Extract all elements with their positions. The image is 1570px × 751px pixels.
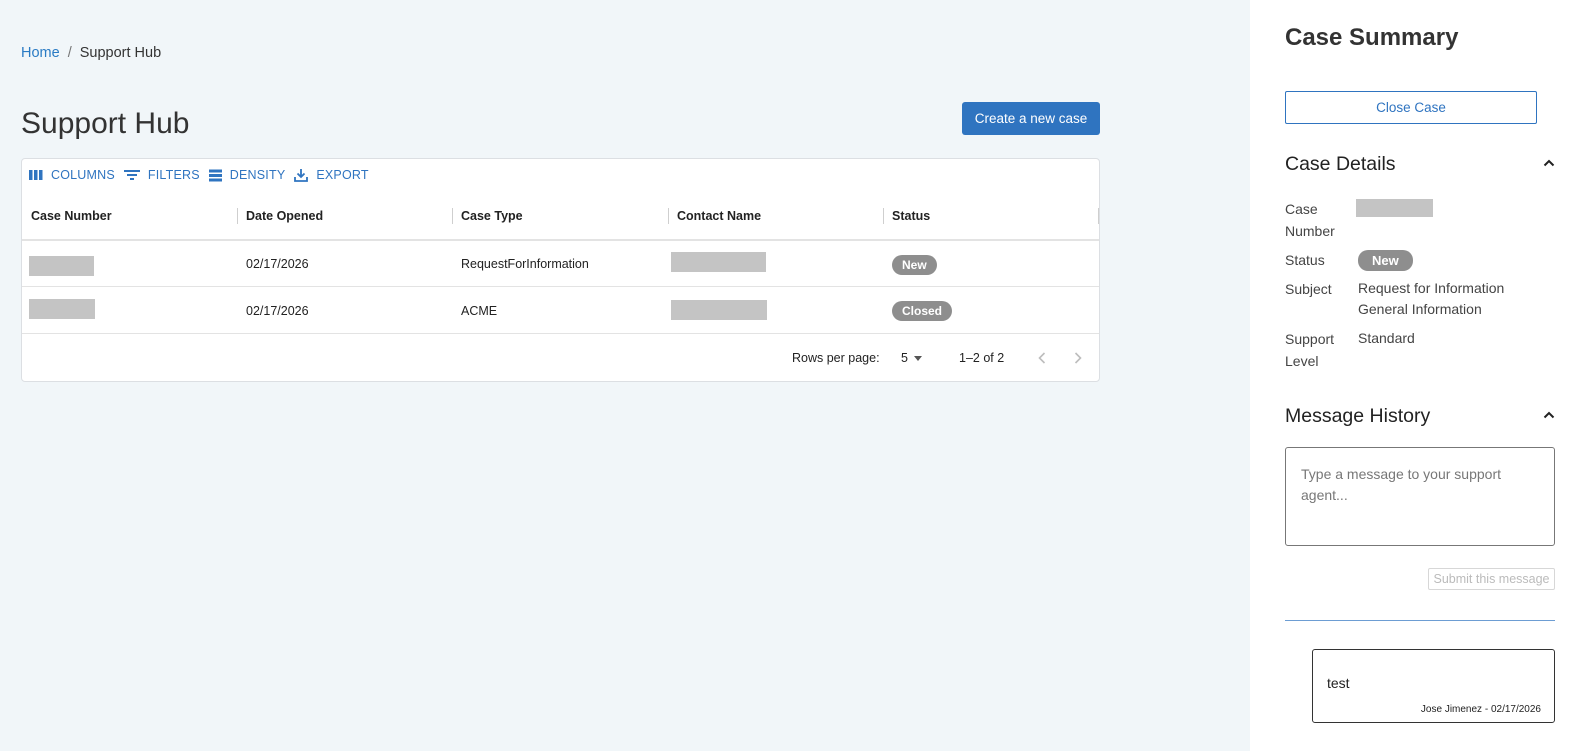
density-icon <box>208 169 222 181</box>
message-text: test <box>1327 675 1350 691</box>
message-history-title: Message History <box>1285 405 1431 427</box>
status-label: Status <box>1285 252 1325 268</box>
column-header-date-opened[interactable]: Date Opened <box>246 199 323 239</box>
download-icon <box>294 169 309 182</box>
redacted-case-number <box>29 256 94 276</box>
next-page-button[interactable] <box>1068 348 1088 368</box>
column-header-case-number[interactable]: Case Number <box>31 199 112 239</box>
close-case-button[interactable]: Close Case <box>1285 91 1537 124</box>
column-separator[interactable] <box>452 208 453 224</box>
subject-label: Subject <box>1285 281 1332 297</box>
breadcrumb: Home / Support Hub <box>21 45 161 61</box>
redacted-case-number <box>1356 199 1433 217</box>
column-separator[interactable] <box>883 208 884 224</box>
dropdown-arrow-icon <box>913 355 922 361</box>
breadcrumb-current: Support Hub <box>79 45 162 61</box>
rows-per-page-value: 5 <box>901 351 908 365</box>
filter-icon <box>123 170 140 180</box>
column-separator[interactable] <box>1098 208 1099 224</box>
status-badge: Closed <box>892 301 953 321</box>
breadcrumb-home-link[interactable]: Home <box>21 45 60 61</box>
divider <box>1285 620 1555 621</box>
subject-value-line1: Request for Information <box>1358 280 1505 296</box>
date-opened-cell: 02/17/2026 <box>246 304 309 318</box>
submit-message-button[interactable]: Submit this message <box>1428 568 1555 590</box>
message-history-header[interactable]: Message History <box>1285 405 1555 428</box>
message-bubble: test Jose Jimenez - 02/17/2026 <box>1312 649 1555 723</box>
message-input[interactable] <box>1285 447 1555 546</box>
chevron-up-icon <box>1543 411 1555 419</box>
case-details-title: Case Details <box>1285 153 1396 175</box>
chevron-right-icon <box>1074 352 1082 364</box>
table-header: Case Number Date Opened Case Type Contac… <box>22 199 1099 241</box>
density-button[interactable]: DENSITY <box>208 168 286 182</box>
redacted-case-number <box>29 299 95 319</box>
main-content: Home / Support Hub Support Hub Create a … <box>0 0 1250 751</box>
status-badge: New <box>892 255 937 275</box>
support-level-value: Standard <box>1358 330 1415 346</box>
redacted-contact-name <box>671 300 767 320</box>
export-label: EXPORT <box>316 168 369 182</box>
density-label: DENSITY <box>229 168 286 182</box>
filters-button[interactable]: FILTERS <box>123 168 200 182</box>
case-type-cell: RequestForInformation <box>461 257 589 271</box>
table-footer: Rows per page: 5 1–2 of 2 <box>22 335 1099 381</box>
page-title: Support Hub <box>21 107 190 140</box>
rows-per-page-select[interactable]: 5 <box>901 351 922 365</box>
message-meta: Jose Jimenez - 02/17/2026 <box>1420 704 1541 715</box>
breadcrumb-separator: / <box>67 45 72 61</box>
case-summary-panel: Case Summary Close Case Case Details Cas… <box>1250 0 1570 751</box>
table-row[interactable]: 02/17/2026 RequestForInformation New <box>22 241 1099 287</box>
previous-page-button[interactable] <box>1032 348 1052 368</box>
pagination-range: 1–2 of 2 <box>959 351 1005 365</box>
subject-value-line2: General Information <box>1358 301 1482 317</box>
case-details-header[interactable]: Case Details <box>1285 153 1555 176</box>
case-number-label: Case Number <box>1285 201 1335 239</box>
chevron-left-icon <box>1038 352 1046 364</box>
columns-button[interactable]: COLUMNS <box>29 168 115 182</box>
table-row[interactable]: 02/17/2026 ACME Closed <box>22 288 1099 334</box>
panel-title: Case Summary <box>1285 24 1459 51</box>
support-level-label: Support Level <box>1285 331 1335 369</box>
columns-label: COLUMNS <box>51 168 115 182</box>
case-type-cell: ACME <box>461 304 498 318</box>
cases-table: COLUMNS FILTERS DENSITY EXPORT Case Numb… <box>21 158 1100 382</box>
status-badge: New <box>1358 250 1413 271</box>
export-button[interactable]: EXPORT <box>294 168 369 182</box>
column-separator[interactable] <box>668 208 669 224</box>
column-header-contact-name[interactable]: Contact Name <box>677 199 761 239</box>
column-header-case-type[interactable]: Case Type <box>461 199 523 239</box>
create-case-button[interactable]: Create a new case <box>962 102 1100 135</box>
redacted-contact-name <box>671 252 766 272</box>
columns-icon <box>29 170 43 180</box>
chevron-up-icon <box>1543 159 1555 167</box>
filters-label: FILTERS <box>147 168 200 182</box>
grid-toolbar: COLUMNS FILTERS DENSITY EXPORT <box>29 168 378 182</box>
rows-per-page-label: Rows per page: <box>792 351 880 365</box>
column-separator[interactable] <box>237 208 238 224</box>
column-header-status[interactable]: Status <box>892 199 930 239</box>
date-opened-cell: 02/17/2026 <box>246 257 309 271</box>
